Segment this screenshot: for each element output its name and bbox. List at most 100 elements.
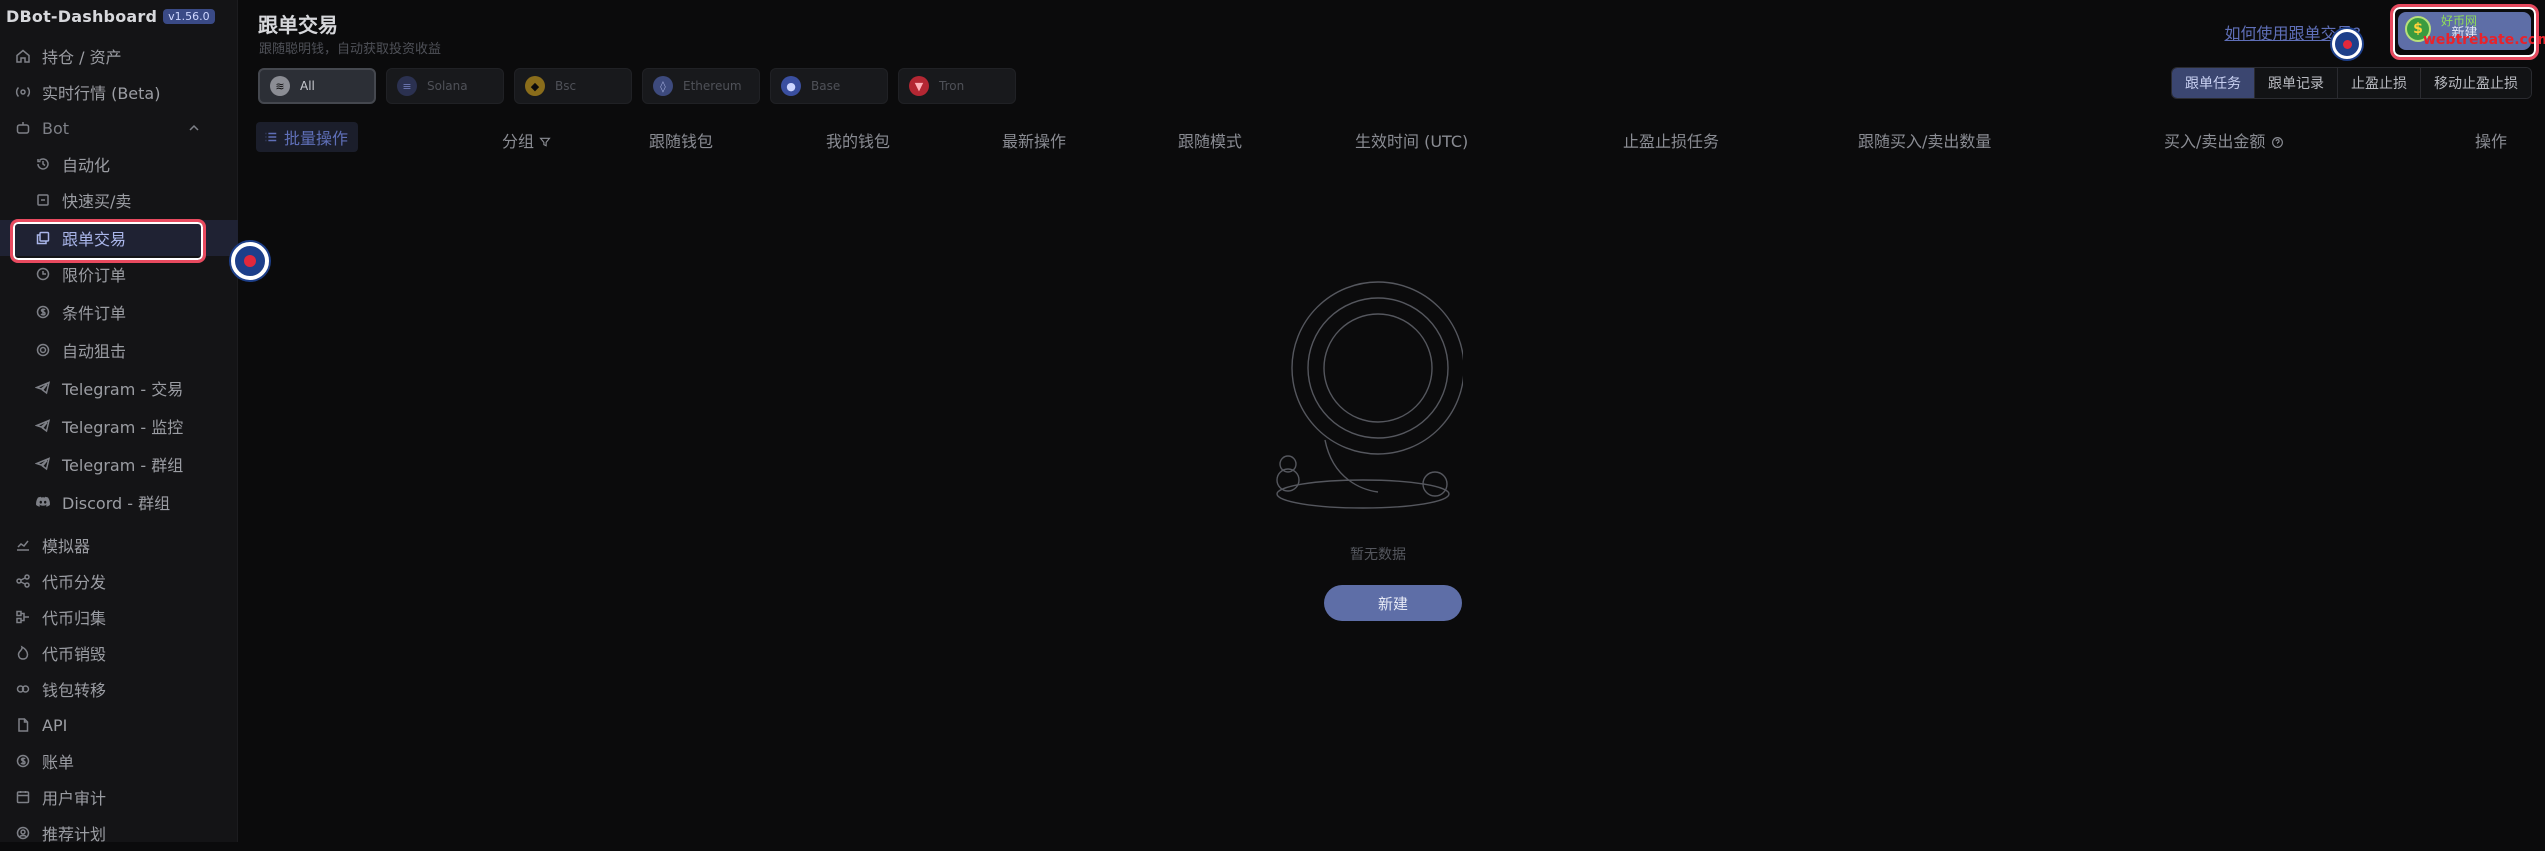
file-icon (14, 716, 32, 734)
sidebar-item-label: 持仓 / 资产 (42, 48, 122, 67)
chain-tab-tron[interactable]: ▼ Tron (898, 68, 1016, 104)
telegram-icon (34, 417, 52, 435)
sidebar-item-label: 账单 (42, 753, 75, 772)
view-tabs: 跟单任务 跟单记录 止盈止损 移动止盈止损 (2171, 67, 2532, 99)
sidebar-item-telegram-group[interactable]: Telegram - 群组 (0, 446, 238, 482)
sidebar-item-label: 钱包转移 (42, 681, 107, 700)
merge-icon (14, 608, 32, 626)
sidebar-item-automation[interactable]: 自动化 (0, 146, 238, 182)
column-header-follow-mode: 跟随模式 (1178, 132, 1243, 151)
chain-tab-solana[interactable]: ≡ Solana (386, 68, 504, 104)
flame-icon (14, 644, 32, 662)
sidebar-item-label: 推荐计划 (42, 825, 107, 844)
sidebar-item-telegram-monitor[interactable]: Telegram - 监控 (0, 408, 238, 444)
history-icon (34, 155, 52, 173)
user-icon (14, 824, 32, 842)
sidebar-item-label: API (42, 715, 68, 735)
home-icon (14, 47, 32, 65)
chain-tab-bsc[interactable]: ◆ Bsc (514, 68, 632, 104)
button-label: 新建 (1377, 594, 1408, 613)
sidebar: DBot-Dashboard v1.56.0 持仓 / 资产 实时行情 (Bet… (0, 0, 238, 844)
batch-operation-button[interactable]: 批量操作 (256, 122, 359, 152)
tab-copy-records[interactable]: 跟单记录 (2255, 68, 2338, 98)
list-icon (265, 132, 277, 142)
sidebar-item-simulator[interactable]: 模拟器 (0, 527, 238, 563)
main-content: 跟单交易 跟随聪明钱，自动获取投资收益 ≋ All ≡ Solana ◆ Bsc… (238, 0, 2545, 842)
bsc-icon: ◆ (525, 76, 545, 96)
column-label: 买入/卖出金额 (2164, 132, 2266, 151)
sidebar-item-label: 模拟器 (42, 537, 91, 556)
bot-icon (14, 119, 32, 137)
telegram-icon (34, 379, 52, 397)
broadcast-icon (14, 83, 32, 101)
sidebar-item-token-collection[interactable]: 代币归集 (0, 599, 238, 635)
brand[interactable]: DBot-Dashboard v1.56.0 (6, 5, 215, 27)
sidebar-item-label: Discord - 群组 (62, 494, 171, 513)
base-icon: ● (781, 76, 801, 96)
chain-tab-ethereum[interactable]: ◊ Ethereum (642, 68, 760, 104)
sidebar-item-label: 代币销毁 (42, 645, 107, 664)
sidebar-item-token-distribution[interactable]: 代币分发 (0, 563, 238, 599)
sidebar-item-label: 代币分发 (42, 573, 107, 592)
sidebar-item-market[interactable]: 实时行情 (Beta) (0, 74, 238, 110)
target-icon (34, 341, 52, 359)
chain-tab-all[interactable]: ≋ All (258, 68, 376, 104)
sidebar-item-label: 实时行情 (Beta) (42, 84, 161, 103)
sidebar-group-bot[interactable]: Bot (0, 110, 238, 146)
table-header: 批量操作 分组 跟随钱包 我的钱包 最新操作 跟随模式 生效时间 (UTC) 止… (238, 120, 2545, 154)
chain-label: Tron (939, 79, 965, 93)
sidebar-item-label: 用户审计 (42, 789, 107, 808)
sidebar-item-billing[interactable]: 账单 (0, 743, 238, 779)
chevron-up-icon (189, 124, 199, 131)
sidebar-item-conditional-order[interactable]: 条件订单 (0, 294, 238, 330)
sidebar-item-label: 快速买/卖 (62, 192, 132, 211)
square-icon (34, 191, 52, 209)
button-label: 新建 (2451, 25, 2478, 41)
layers-icon: ≋ (270, 76, 290, 96)
column-header-follow-amount: 跟随买入/卖出数量 (1858, 132, 1992, 151)
tutorial-step-marker (2332, 29, 2362, 59)
sidebar-item-label: Bot (42, 118, 70, 138)
tab-copy-tasks[interactable]: 跟单任务 (2172, 68, 2255, 98)
chain-label: Solana (427, 79, 468, 93)
sidebar-item-referral[interactable]: 推荐计划 (0, 815, 238, 851)
version-badge: v1.56.0 (163, 8, 215, 24)
sidebar-item-label: 条件订单 (62, 304, 127, 323)
chain-label: Base (811, 79, 841, 93)
sidebar-item-api[interactable]: API (0, 707, 238, 743)
chain-tab-base[interactable]: ● Base (770, 68, 888, 104)
sidebar-item-telegram-trade[interactable]: Telegram - 交易 (0, 370, 238, 406)
tab-trailing-stop[interactable]: 移动止盈止损 (2421, 68, 2531, 98)
new-copy-trade-button[interactable]: 新建 (2398, 12, 2531, 50)
sidebar-item-label: 代币归集 (42, 609, 107, 628)
column-header-tp-sl-task: 止盈止损任务 (1623, 132, 1720, 151)
sidebar-item-copy-trade[interactable]: 跟单交易 (0, 220, 238, 256)
sidebar-item-limit-order[interactable]: 限价订单 (0, 256, 238, 292)
filter-icon[interactable] (539, 136, 551, 148)
sidebar-item-holdings[interactable]: 持仓 / 资产 (0, 38, 238, 74)
telegram-icon (34, 455, 52, 473)
column-header-group[interactable]: 分组 (502, 128, 551, 152)
batch-label: 批量操作 (284, 129, 349, 148)
tab-take-profit-stop-loss[interactable]: 止盈止损 (2338, 68, 2421, 98)
sidebar-item-label: Telegram - 交易 (62, 380, 184, 399)
page-title: 跟单交易 (258, 13, 338, 37)
sidebar-item-label: 自动化 (62, 156, 111, 175)
sidebar-item-user-audit[interactable]: 用户审计 (0, 779, 238, 815)
solana-icon: ≡ (397, 76, 417, 96)
sidebar-item-quick-trade[interactable]: 快速买/卖 (0, 182, 238, 218)
sidebar-item-label: Telegram - 监控 (62, 418, 184, 437)
sidebar-item-wallet-transfer[interactable]: 钱包转移 (0, 671, 238, 707)
help-circle-icon[interactable] (2271, 136, 2284, 149)
sidebar-item-discord-group[interactable]: Discord - 群组 (0, 484, 238, 520)
sidebar-item-label: Telegram - 群组 (62, 456, 184, 475)
sidebar-item-token-burn[interactable]: 代币销毁 (0, 635, 238, 671)
app-name: DBot-Dashboard (6, 6, 158, 26)
chain-label: Ethereum (683, 79, 742, 93)
dollar-circle-icon (14, 752, 32, 770)
sidebar-item-auto-snipe[interactable]: 自动狙击 (0, 332, 238, 368)
tron-icon: ▼ (909, 76, 929, 96)
column-header-effective-time: 生效时间 (UTC) (1355, 132, 1469, 151)
empty-new-button[interactable]: 新建 (1324, 585, 1462, 621)
chart-line-icon (14, 536, 32, 554)
